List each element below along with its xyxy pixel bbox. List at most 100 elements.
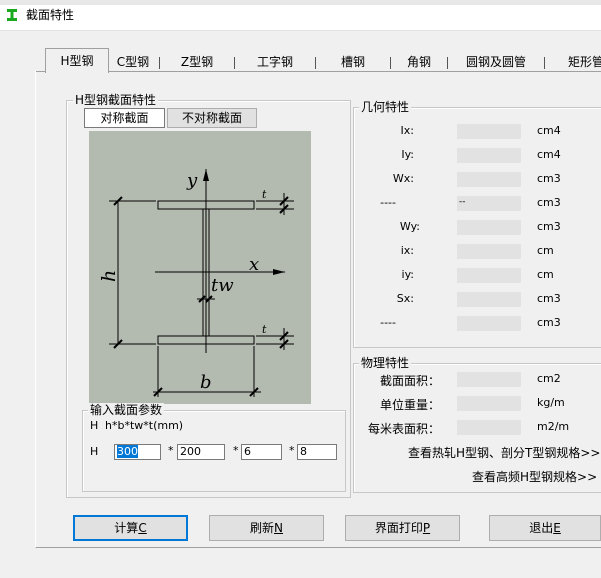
calculate-button[interactable]: 计算C: [73, 515, 188, 541]
geometry-group-title: 几何特性: [359, 100, 412, 114]
sx-unit: cm3: [537, 292, 561, 305]
hf-spec-link[interactable]: 查看高频H型钢规格>>: [472, 468, 597, 485]
tab-z-steel[interactable]: Z型钢: [160, 53, 234, 71]
tw-value: 6: [244, 445, 251, 458]
weight-unit: kg/m: [537, 396, 565, 409]
x-label: x: [249, 254, 259, 275]
b-value: 200: [180, 445, 201, 458]
h-section-diagram: y x h b tw t t: [89, 131, 311, 404]
iy-radius-value: [457, 268, 521, 283]
asymmetric-section-button[interactable]: 不对称截面: [167, 108, 257, 128]
multiply-sign: *: [233, 444, 239, 457]
ix-inertia-label: Ix:: [400, 124, 414, 137]
t-input[interactable]: 8: [297, 444, 337, 460]
print-button[interactable]: 界面打印P: [345, 515, 460, 541]
tw-label: tw: [211, 275, 234, 296]
format-prefix: H: [90, 419, 99, 432]
wx-unit: cm3: [537, 172, 561, 185]
symmetric-section-button[interactable]: 对称截面: [84, 108, 165, 128]
tab-label: 槽钢: [340, 55, 365, 69]
tab-label: 圆钢及圆管: [465, 55, 526, 69]
weight-label: 单位重量：: [379, 398, 440, 412]
button-hotkey: C: [138, 521, 147, 535]
tab-label: C型钢: [116, 55, 150, 69]
wy-value: [457, 220, 521, 235]
sx2-value: [457, 316, 521, 331]
hot-rolled-spec-link[interactable]: 查看热轧H型钢、剖分T型钢规格>>: [408, 444, 600, 461]
button-hotkey: N: [274, 521, 283, 535]
tab-rect-tube[interactable]: 矩形管: [545, 53, 601, 71]
tab-c-steel[interactable]: C型钢: [107, 53, 159, 71]
wy-unit: cm3: [537, 220, 561, 233]
surface-unit: m2/m: [537, 420, 570, 433]
sx-label: Sx:: [396, 292, 414, 305]
t-value: 8: [300, 445, 307, 458]
surface-label: 每米表面积：: [367, 422, 440, 436]
background-window-strip: [0, 0, 601, 5]
button-label: 界面打印: [374, 521, 423, 535]
sx2-label: ----: [380, 316, 396, 329]
y-label: y: [186, 170, 198, 191]
format-hint: h*b*tw*t(mm): [105, 419, 184, 432]
multiply-sign: *: [168, 444, 174, 457]
sx2-unit: cm3: [537, 316, 561, 329]
button-label: 刷新: [250, 521, 275, 535]
area-value: [457, 372, 521, 387]
sx-value: [457, 292, 521, 307]
t-top-label: t: [262, 188, 267, 201]
wx2-label: ----: [380, 196, 396, 209]
wx-label: Wx:: [392, 172, 414, 185]
tab-angle[interactable]: 角钢: [391, 53, 447, 71]
wx2-value: --: [457, 196, 521, 211]
button-label: 退出: [529, 521, 554, 535]
t-bottom-label: t: [262, 323, 267, 336]
h-value: 300: [117, 445, 138, 458]
b-input[interactable]: 200: [177, 444, 225, 460]
b-label: b: [200, 372, 212, 393]
ix-inertia-unit: cm4: [537, 124, 561, 137]
h-section-drawing: y x h b tw t t: [98, 169, 294, 397]
tw-input[interactable]: 6: [241, 444, 282, 460]
iy-inertia-value: [457, 148, 521, 163]
h-label: h: [98, 270, 120, 282]
iy-inertia-unit: cm4: [537, 148, 561, 161]
tab-label: H型钢: [60, 54, 94, 68]
tab-label: 角钢: [406, 55, 431, 69]
tab-label: Z型钢: [180, 55, 214, 69]
exit-button[interactable]: 退出E: [489, 515, 601, 541]
input-group-title: 输入截面参数: [88, 403, 165, 417]
physics-group-title: 物理特性: [359, 356, 412, 370]
button-hotkey: P: [422, 521, 431, 535]
area-label: 截面面积：: [379, 374, 440, 388]
y-axis: [203, 169, 209, 353]
iy-radius-label: iy:: [401, 268, 414, 281]
iy-inertia-label: Iy:: [401, 148, 414, 161]
button-hotkey: E: [553, 521, 561, 535]
wx2-unit: cm3: [537, 196, 561, 209]
h-input[interactable]: 300: [114, 444, 161, 460]
weight-value: [457, 396, 521, 411]
wy-label: Wy:: [399, 220, 420, 233]
ix-radius-value: [457, 244, 521, 259]
tab-i-beam[interactable]: 工字钢: [235, 53, 315, 71]
area-unit: cm2: [537, 372, 561, 385]
ix-inertia-value: [457, 124, 521, 139]
refresh-button[interactable]: 刷新N: [209, 515, 324, 541]
h-row-prefix: H: [90, 445, 99, 458]
wx-value: [457, 172, 521, 187]
window-title: 截面特性: [26, 8, 75, 22]
tab-round[interactable]: 圆钢及圆管: [448, 53, 544, 71]
surface-value: [457, 420, 521, 435]
button-label: 对称截面: [100, 111, 149, 125]
multiply-sign: *: [289, 444, 295, 457]
button-label: 不对称截面: [181, 111, 242, 125]
ix-radius-unit: cm: [537, 244, 554, 257]
tab-label: 矩形管: [568, 55, 601, 69]
iy-radius-unit: cm: [537, 268, 554, 281]
button-label: 计算: [114, 521, 139, 535]
section-group-title: H型钢截面特性: [73, 93, 159, 107]
ix-radius-label: ix:: [400, 244, 414, 257]
tab-h-steel[interactable]: H型钢: [45, 48, 109, 73]
tab-label: 工字钢: [256, 55, 293, 69]
tab-channel[interactable]: 槽钢: [316, 53, 390, 71]
